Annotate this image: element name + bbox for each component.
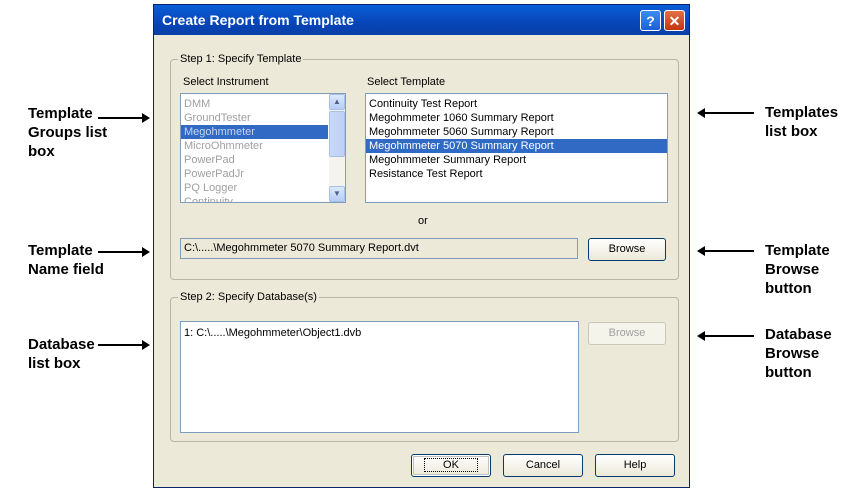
callout-line: button [765, 280, 812, 297]
arrow-left [697, 331, 754, 341]
list-item[interactable]: Megohmmeter 5060 Summary Report [366, 125, 667, 139]
callout-template-browse: Template Browse button [765, 241, 830, 298]
list-item[interactable]: Megohmmeter 1060 Summary Report [366, 111, 667, 125]
callout-line: Template [28, 242, 93, 259]
scroll-down-icon[interactable]: ▼ [329, 186, 345, 202]
list-item[interactable]: Continuity... [181, 195, 345, 202]
ok-button-label: OK [424, 458, 478, 472]
list-item[interactable]: PowerPad [181, 153, 345, 167]
list-item[interactable]: MicroOhmmeter [181, 139, 345, 153]
list-item[interactable]: GroundTester [181, 111, 345, 125]
vertical-scrollbar[interactable]: ▲ ▼ [329, 94, 345, 202]
arrow-right [98, 340, 150, 350]
callout-line: Groups list [28, 124, 108, 141]
select-instrument-label: Select Instrument [183, 76, 269, 88]
arrow-right [98, 113, 150, 123]
step2-legend: Step 2: Specify Database(s) [180, 291, 317, 303]
select-template-label: Select Template [367, 76, 446, 88]
help-button[interactable]: Help [595, 454, 675, 477]
template-browse-button[interactable]: Browse [588, 238, 666, 261]
callout-line: Template [765, 242, 830, 259]
template-path-field[interactable]: C:\.....\Megohmmeter 5070 Summary Report… [180, 238, 578, 259]
scroll-thumb[interactable] [329, 111, 345, 157]
create-report-dialog: Create Report from Template ? ✕ Step 1: … [153, 4, 690, 488]
callout-line: list box [765, 123, 818, 140]
list-item[interactable]: Resistance Test Report [366, 167, 667, 181]
close-icon[interactable]: ✕ [664, 10, 685, 31]
callout-database-browse: Database Browse button [765, 325, 832, 382]
callout-template-groups: Template Groups list box [28, 104, 107, 161]
callout-template-name: Template Name field [28, 241, 104, 279]
callout-line: button [765, 364, 812, 381]
callout-templates-list: Templates list box [765, 103, 838, 141]
list-item-selected[interactable]: Megohmmeter [181, 125, 328, 139]
callout-line: box [28, 143, 55, 160]
help-icon[interactable]: ? [640, 10, 661, 31]
list-item[interactable]: PQ Logger [181, 181, 345, 195]
list-item[interactable]: Continuity Test Report [366, 97, 667, 111]
ok-button[interactable]: OK [411, 454, 491, 477]
template-list[interactable]: Continuity Test Report Megohmmeter 1060 … [365, 93, 668, 203]
callout-line: Browse [765, 345, 820, 362]
callout-line: Browse [765, 261, 820, 278]
callout-line: Template [28, 105, 93, 122]
arrow-right [98, 247, 150, 257]
callout-line: Templates [765, 104, 839, 121]
callout-line: list box [28, 355, 81, 372]
or-label: or [418, 215, 428, 227]
callout-database-list: Database list box [28, 335, 95, 373]
title-bar[interactable]: Create Report from Template ? ✕ [154, 5, 689, 35]
list-item[interactable]: PowerPadJr [181, 167, 345, 181]
arrow-left [697, 246, 754, 256]
list-item[interactable]: DMM [181, 97, 345, 111]
scroll-up-icon[interactable]: ▲ [329, 94, 345, 110]
list-item[interactable]: 1: C:\.....\Megohmmeter\Object1.dvb [181, 326, 578, 340]
callout-line: Database [765, 326, 832, 343]
instrument-list[interactable]: DMM GroundTester Megohmmeter MicroOhmmet… [180, 93, 346, 203]
list-item[interactable]: Megohmmeter Summary Report [366, 153, 667, 167]
dialog-title: Create Report from Template [162, 12, 354, 28]
step1-legend: Step 1: Specify Template [180, 53, 302, 65]
callout-line: Database [28, 336, 95, 353]
callout-line: Name field [28, 261, 104, 278]
database-browse-button[interactable]: Browse [588, 322, 666, 345]
cancel-button[interactable]: Cancel [503, 454, 583, 477]
list-item-selected[interactable]: Megohmmeter 5070 Summary Report [366, 139, 667, 153]
database-list[interactable]: 1: C:\.....\Megohmmeter\Object1.dvb [180, 321, 579, 433]
arrow-left [697, 108, 754, 118]
